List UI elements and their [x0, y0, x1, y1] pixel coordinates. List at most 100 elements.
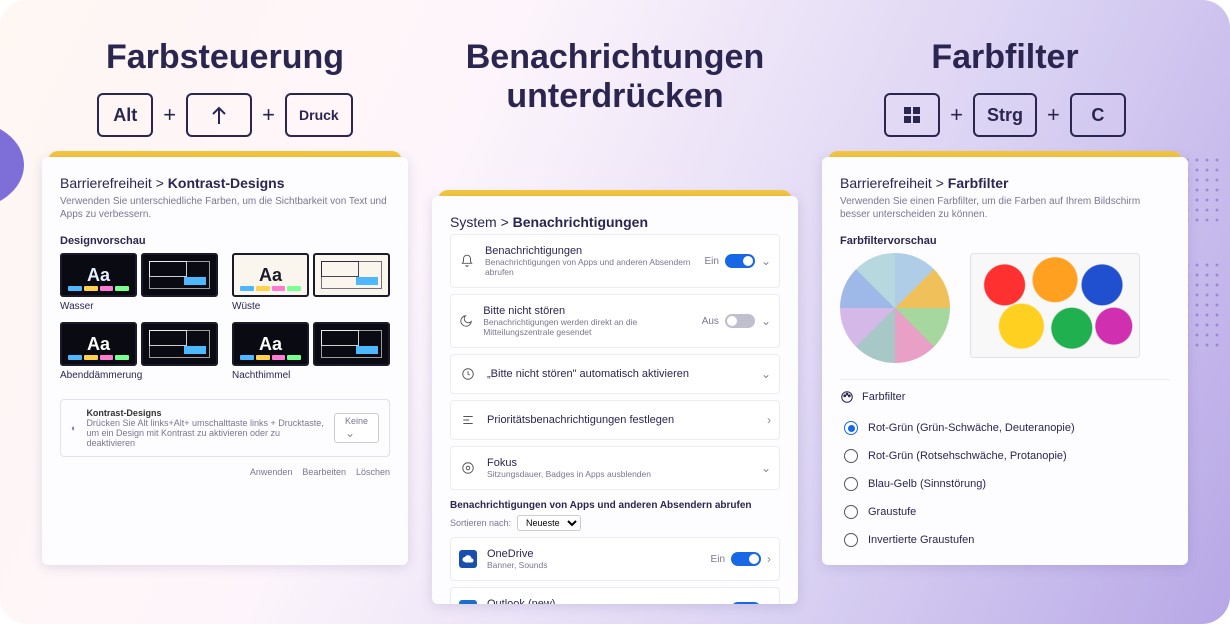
- filter-section-header[interactable]: Farbfilter: [840, 390, 1170, 404]
- toggle[interactable]: [725, 254, 755, 268]
- panel-notifications: System > Benachrichtigungen Benachrichti…: [432, 196, 798, 604]
- preview-label: Farbfiltervorschau: [840, 235, 1170, 247]
- chevron-icon: ⌄: [761, 367, 771, 381]
- button-bearbeiten[interactable]: Bearbeiten: [302, 467, 346, 477]
- plus-icon: +: [163, 102, 176, 128]
- radio-icon[interactable]: [844, 449, 858, 463]
- app-notification-row[interactable]: OneDrive Banner, Sounds Ein ›: [450, 537, 780, 581]
- theme-tile[interactable]: Aa Wüste: [232, 253, 390, 312]
- radio-icon[interactable]: [844, 533, 858, 547]
- row-title: Prioritätsbenachrichtigungen festlegen: [487, 414, 674, 426]
- panel-contrast: Barrierefreiheit > Kontrast-Designs Verw…: [42, 157, 408, 565]
- plus-icon: +: [950, 102, 963, 128]
- settings-row[interactable]: Fokus Sitzungsdauer, Badges in Apps ausb…: [450, 446, 780, 490]
- preview-label: Designvorschau: [60, 235, 390, 247]
- apps-section-title: Benachrichtigungen von Apps und anderen …: [450, 500, 780, 511]
- color-wheel-preview: [840, 253, 950, 363]
- shortcut-contrast: Alt + + Druck: [97, 91, 352, 139]
- breadcrumb[interactable]: Barrierefreiheit > Kontrast-Designs: [60, 175, 390, 191]
- plus-icon: +: [1047, 102, 1060, 128]
- colorfilter-option[interactable]: Invertierte Graustufen: [840, 526, 1170, 554]
- breadcrumb[interactable]: Barrierefreiheit > Farbfilter: [840, 175, 1170, 191]
- settings-row[interactable]: Prioritätsbenachrichtigungen festlegen ›: [450, 400, 780, 440]
- subtitle: Verwenden Sie unterschiedliche Farben, u…: [60, 195, 390, 221]
- color-photo-preview: [970, 253, 1140, 358]
- toggle-state-label: Ein: [704, 256, 718, 267]
- toggle[interactable]: [725, 314, 755, 328]
- option-label: Graustufe: [868, 506, 916, 518]
- mail-icon: [459, 600, 477, 604]
- settings-row[interactable]: Bitte nicht stören Benachrichtigungen we…: [450, 294, 780, 348]
- radio-icon[interactable]: [844, 505, 858, 519]
- settings-row[interactable]: Benachrichtigungen Benachrichtigungen vo…: [450, 234, 780, 288]
- colorfilter-option[interactable]: Blau-Gelb (Sinnstörung): [840, 470, 1170, 498]
- app-name: OneDrive: [487, 548, 548, 560]
- toggle-state-label: Ein: [711, 554, 725, 565]
- option-label: Invertierte Graustufen: [868, 534, 974, 546]
- chevron-icon: ›: [767, 552, 771, 566]
- column-notifications: Benachrichtungen unterdrücken System > B…: [432, 30, 798, 624]
- plus-icon: +: [262, 102, 275, 128]
- contrast-icon: ◐: [71, 423, 76, 433]
- breadcrumb-parent[interactable]: Barrierefreiheit: [840, 175, 932, 191]
- radio-icon[interactable]: [844, 477, 858, 491]
- key-up-arrow: [186, 93, 252, 137]
- contrast-row-title: Kontrast-Designs: [86, 408, 324, 418]
- sort-row: Sortieren nach: Neueste: [450, 515, 780, 531]
- theme-name: Abenddämmerung: [60, 370, 218, 381]
- focus-icon: [459, 459, 477, 477]
- app-notification-row[interactable]: Outlook (new) Sounds Ein ›: [450, 587, 780, 604]
- theme-tile[interactable]: Aa Abenddämmerung: [60, 322, 218, 381]
- row-title: „Bitte nicht stören" automatisch aktivie…: [487, 368, 689, 380]
- settings-row[interactable]: „Bitte nicht stören" automatisch aktivie…: [450, 354, 780, 394]
- option-label: Blau-Gelb (Sinnstörung): [868, 478, 986, 490]
- key-c: C: [1070, 93, 1126, 137]
- title-colorfilter: Farbfilter: [931, 38, 1078, 77]
- toggle[interactable]: [731, 602, 761, 604]
- contrast-theme-selector[interactable]: ◐ Kontrast-Designs Drücken Sie Alt links…: [60, 399, 390, 457]
- breadcrumb-parent[interactable]: System: [450, 214, 497, 230]
- row-title: Benachrichtigungen: [485, 245, 695, 257]
- toggle[interactable]: [731, 552, 761, 566]
- bell-icon: [459, 252, 475, 270]
- chevron-icon: ⌄: [761, 254, 771, 268]
- chevron-icon: ⌄: [761, 461, 771, 475]
- filter-section-title: Farbfilter: [862, 391, 905, 403]
- sort-select[interactable]: Neueste: [517, 515, 581, 531]
- contrast-row-desc: Drücken Sie Alt links+Alt+ umschalttaste…: [86, 418, 324, 448]
- row-subtitle: Sitzungsdauer, Badges in Apps ausblenden: [487, 469, 651, 479]
- title-notifications: Benachrichtungen unterdrücken: [432, 38, 798, 116]
- chevron-down-icon: ⌄: [345, 426, 355, 440]
- option-label: Rot-Grün (Rotsehschwäche, Protanopie): [868, 450, 1067, 462]
- title-contrast: Farbsteuerung: [106, 38, 344, 77]
- theme-tile[interactable]: Aa Wasser: [60, 253, 218, 312]
- row-subtitle: Benachrichtigungen von Apps und anderen …: [485, 257, 695, 277]
- theme-name: Wüste: [232, 301, 390, 312]
- theme-tile[interactable]: Aa Nachthimmel: [232, 322, 390, 381]
- contrast-select[interactable]: Keine ⌄: [334, 413, 379, 443]
- button-anwenden[interactable]: Anwenden: [250, 467, 293, 477]
- colorfilter-option[interactable]: Rot-Grün (Rotsehschwäche, Protanopie): [840, 442, 1170, 470]
- clock-icon: [459, 365, 477, 383]
- panel-notifications-wrap: System > Benachrichtigungen Benachrichti…: [432, 196, 798, 604]
- radio-icon[interactable]: [844, 421, 858, 435]
- key-print: Druck: [285, 93, 353, 137]
- panel-colorfilter: Barrierefreiheit > Farbfilter Verwenden …: [822, 157, 1188, 565]
- app-subtitle: Banner, Sounds: [487, 560, 548, 570]
- key-ctrl: Strg: [973, 93, 1037, 137]
- button-löschen[interactable]: Löschen: [356, 467, 390, 477]
- option-label: Rot-Grün (Grün-Schwäche, Deuteranopie): [868, 422, 1075, 434]
- palette-icon: [840, 390, 854, 404]
- breadcrumb[interactable]: System > Benachrichtigungen: [450, 214, 780, 230]
- row-title: Fokus: [487, 457, 651, 469]
- chevron-icon: ⌄: [761, 314, 771, 328]
- app-name: Outlook (new): [487, 598, 555, 604]
- theme-name: Wasser: [60, 301, 218, 312]
- breadcrumb-current: Benachrichtigungen: [513, 214, 648, 230]
- colorfilter-option[interactable]: Graustufe: [840, 498, 1170, 526]
- column-contrast: Farbsteuerung Alt + + Druck Barrierefrei…: [42, 30, 408, 624]
- breadcrumb-parent[interactable]: Barrierefreiheit: [60, 175, 152, 191]
- subtitle: Verwenden Sie einen Farbfilter, um die F…: [840, 195, 1170, 221]
- priority-icon: [459, 411, 477, 429]
- colorfilter-option[interactable]: Rot-Grün (Grün-Schwäche, Deuteranopie): [840, 414, 1170, 442]
